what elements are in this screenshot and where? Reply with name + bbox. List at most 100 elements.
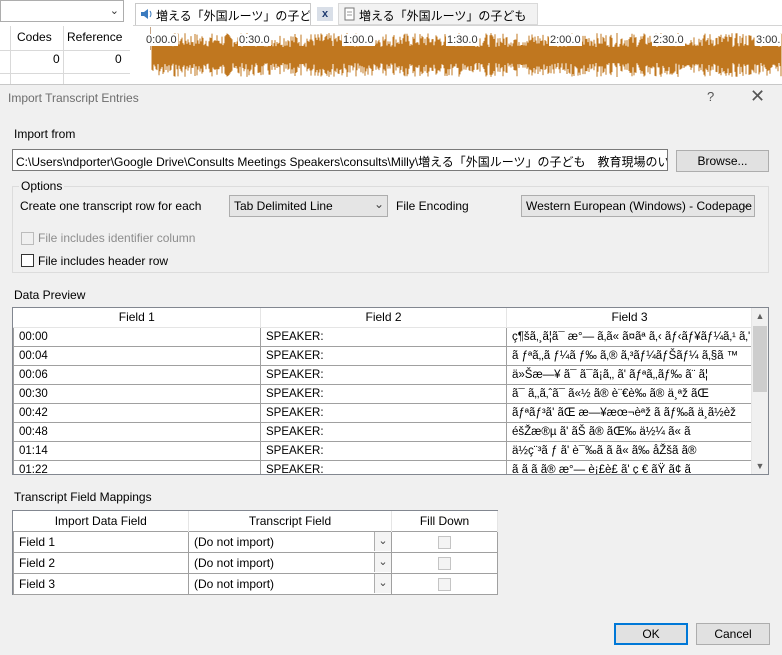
transcript-field-value: (Do not import) — [194, 555, 275, 570]
timeline-tick: 2:30.0 — [652, 34, 685, 46]
tab-transcript[interactable]: 増える「外国ルーツ」の子ども 教 — [338, 3, 538, 25]
fill-down-checkbox[interactable] — [438, 535, 451, 549]
chevron-down-icon: ⌄ — [740, 197, 751, 211]
preview-cell: 00:48 — [13, 421, 261, 442]
chevron-down-icon[interactable]: ⌄ — [374, 552, 391, 572]
identifier-column-label: File includes identifier column — [38, 231, 196, 245]
preview-row[interactable]: 00:04 SPEAKER: ã ƒªã‚‚ã ƒ¼ã ƒ‰ ã‚® ã‚³ãƒ¼ã… — [13, 345, 753, 366]
import-from-label: Import from — [14, 127, 76, 141]
fill-down-cell — [391, 551, 498, 574]
codes-value: 0 — [53, 52, 60, 66]
import-path-field[interactable]: C:\Users\ndporter\Google Drive\Consults … — [12, 149, 668, 171]
chevron-down-icon: ⌄ — [373, 197, 384, 211]
preview-cell: ä½ç¨³ã ƒ ã' è¯‰ã ã ã« ã‰ åŽšã ã® — [506, 440, 753, 461]
fill-down-checkbox[interactable] — [438, 577, 451, 591]
preview-cell: 01:14 — [13, 440, 261, 461]
transcript-field-select[interactable]: (Do not import) ⌄ — [188, 530, 392, 553]
scroll-thumb[interactable] — [753, 326, 767, 392]
preview-row[interactable]: 01:22 SPEAKER: ã ã ã ã® æ°— è¡£è£ ã' ç € ã… — [13, 459, 753, 474]
preview-row[interactable]: 01:14 SPEAKER: ä½ç¨³ã ƒ ã' è¯‰ã ã ã« ã‰ åŽ… — [13, 440, 753, 461]
encoding-value: Western European (Windows) - Codepage 1 — [526, 199, 755, 213]
tab-media-active[interactable]: 増える「外国ルーツ」の子ども 教 — [135, 3, 311, 25]
timeline-tick: 3:00. — [755, 34, 782, 46]
timeline-tick: 1:00.0 — [342, 34, 375, 46]
timeline-tick: 2:00.0 — [549, 34, 582, 46]
mapping-field-name: Field 1 — [13, 530, 189, 553]
preview-cell: SPEAKER: — [260, 383, 507, 404]
preview-cell: SPEAKER: — [260, 459, 507, 474]
close-tab-icon[interactable]: x — [317, 7, 333, 21]
create-row-label: Create one transcript row for each — [20, 199, 202, 213]
transcript-field-select[interactable]: (Do not import) ⌄ — [188, 551, 392, 574]
preview-cell: 00:42 — [13, 402, 261, 423]
identifier-column-checkbox[interactable] — [21, 232, 34, 245]
timeline-tick: 1:30.0 — [446, 34, 479, 46]
ok-button[interactable]: OK — [614, 623, 688, 645]
fill-down-cell — [391, 530, 498, 553]
data-preview-grid[interactable]: Field 1 Field 2 Field 3 00:00 SPEAKER: ç¶š… — [12, 307, 769, 475]
preview-row[interactable]: 00:00 SPEAKER: ç¶šã‚¸ã¦ã¯ æ°— ã‚ã« ã¤ãª ã‚… — [13, 326, 753, 347]
mapping-header-transcript-field[interactable]: Transcript Field — [188, 511, 392, 531]
preview-cell: SPEAKER: — [260, 440, 507, 461]
mappings-label: Transcript Field Mappings — [14, 490, 152, 504]
mapping-header-fill-down[interactable]: Fill Down — [391, 511, 498, 531]
preview-row[interactable]: 00:48 SPEAKER: éšŽæ®µ ã' ãŠ ã® ãŒ‰ ä½¼ ã« … — [13, 421, 753, 442]
scroll-down-icon[interactable]: ▼ — [752, 458, 768, 474]
preview-cell: éšŽæ®µ ã' ãŠ ã® ãŒ‰ ä½¼ ã« ã — [506, 421, 753, 442]
row-type-value: Tab Delimited Line — [234, 199, 333, 213]
close-button[interactable]: ✕ — [750, 86, 765, 107]
preview-cell: SPEAKER: — [260, 326, 507, 347]
dialog-title: Import Transcript Entries — [8, 91, 139, 105]
preview-cell: 00:00 — [13, 326, 261, 347]
encoding-select[interactable]: Western European (Windows) - Codepage 1 … — [521, 195, 755, 217]
chevron-down-icon[interactable]: ⌄ — [374, 531, 391, 551]
options-label: Options — [19, 179, 65, 193]
help-button[interactable]: ? — [707, 89, 714, 104]
preview-row[interactable]: 00:06 SPEAKER: ä»Šæ—¥ ã¯ ã¯ã¡ã‚‚ ã' ãƒªã‚‚… — [13, 364, 753, 385]
preview-header-field2[interactable]: Field 2 — [260, 308, 507, 328]
speaker-icon — [141, 9, 152, 19]
cancel-button[interactable]: Cancel — [696, 623, 770, 645]
codes-header[interactable]: Codes — [17, 30, 52, 44]
field-mappings-grid[interactable]: Import Data Field Transcript Field Fill … — [12, 510, 498, 595]
bg-dropdown[interactable]: ⌄ — [0, 0, 124, 22]
timeline-tick: 0:00.0 — [145, 34, 178, 46]
mapping-field-name: Field 3 — [13, 572, 189, 595]
data-preview-label: Data Preview — [14, 288, 86, 302]
scroll-up-icon[interactable]: ▲ — [752, 308, 768, 324]
preview-cell: 00:04 — [13, 345, 261, 366]
reference-header[interactable]: Reference — [67, 30, 122, 44]
background-app: ⌄ Codes Reference 0 0 増える「外国ルーツ」の子ども 教 x… — [0, 0, 782, 84]
chevron-down-icon[interactable]: ⌄ — [374, 573, 391, 593]
preview-cell: ç¶šã‚¸ã¦ã¯ æ°— ã‚ã« ã¤ãª ã‚‹ ãƒ‹ãƒ¥ãƒ¼ã‚… — [506, 326, 753, 347]
browse-button[interactable]: Browse... — [676, 150, 769, 172]
row-type-select[interactable]: Tab Delimited Line ⌄ — [229, 195, 388, 217]
mapping-header-import-field[interactable]: Import Data Field — [13, 511, 189, 531]
transcript-field-select[interactable]: (Do not import) ⌄ — [188, 572, 392, 595]
preview-header-field1[interactable]: Field 1 — [13, 308, 261, 328]
import-transcript-dialog: Import Transcript Entries ? ✕ Import fro… — [0, 84, 782, 655]
preview-cell: SPEAKER: — [260, 402, 507, 423]
preview-cell: ä»Šæ—¥ ã¯ ã¯ã¡ã‚‚ ã' ãƒªã‚‚ãƒ‰ ã¨ ã¦ — [506, 364, 753, 385]
bg-codes-grid: Codes Reference 0 0 — [0, 26, 130, 84]
header-row-checkbox[interactable] — [21, 254, 34, 267]
media-tab-strip: 増える「外国ルーツ」の子ども 教 x 増える「外国ルーツ」の子ども 教 — [133, 0, 782, 26]
preview-cell: ãƒªãƒ³ã' ãŒ æ—¥æœ¬èªž ã ãƒ‰ã ä¸ã½èž — [506, 402, 753, 423]
preview-header-field3[interactable]: Field 3 — [506, 308, 753, 328]
mapping-row: Field 2 (Do not import) ⌄ — [13, 551, 498, 574]
preview-cell: ã ƒªã‚‚ã ƒ¼ã ƒ‰ ã‚® ã‚³ãƒ¼ãƒŠãƒ¼ ã‚§ã ™ — [506, 345, 753, 366]
preview-cell: ã¯ ã‚‚ã‚ˆã¯ ã«½ ã® è¨€è‰ ã® ä¸ªž ãŒ — [506, 383, 753, 404]
preview-row[interactable]: 00:30 SPEAKER: ã¯ ã‚‚ã‚ˆã¯ ã«½ ã® è¨€è‰ ã®… — [13, 383, 753, 404]
preview-row[interactable]: 00:42 SPEAKER: ãƒªãƒ³ã' ãŒ æ—¥æœ¬èªž ã ãƒ‰… — [13, 402, 753, 423]
preview-cell: 00:06 — [13, 364, 261, 385]
file-encoding-label: File Encoding — [396, 199, 469, 213]
mapping-row: Field 1 (Do not import) ⌄ — [13, 530, 498, 553]
reference-value: 0 — [115, 52, 122, 66]
preview-cell: 00:30 — [13, 383, 261, 404]
document-icon — [344, 7, 355, 21]
tab-label: 増える「外国ルーツ」の子ども 教 — [156, 9, 311, 23]
mapping-field-name: Field 2 — [13, 551, 189, 574]
preview-cell: SPEAKER: — [260, 345, 507, 366]
fill-down-checkbox[interactable] — [438, 556, 451, 570]
preview-scrollbar[interactable]: ▲ ▼ — [751, 308, 768, 474]
